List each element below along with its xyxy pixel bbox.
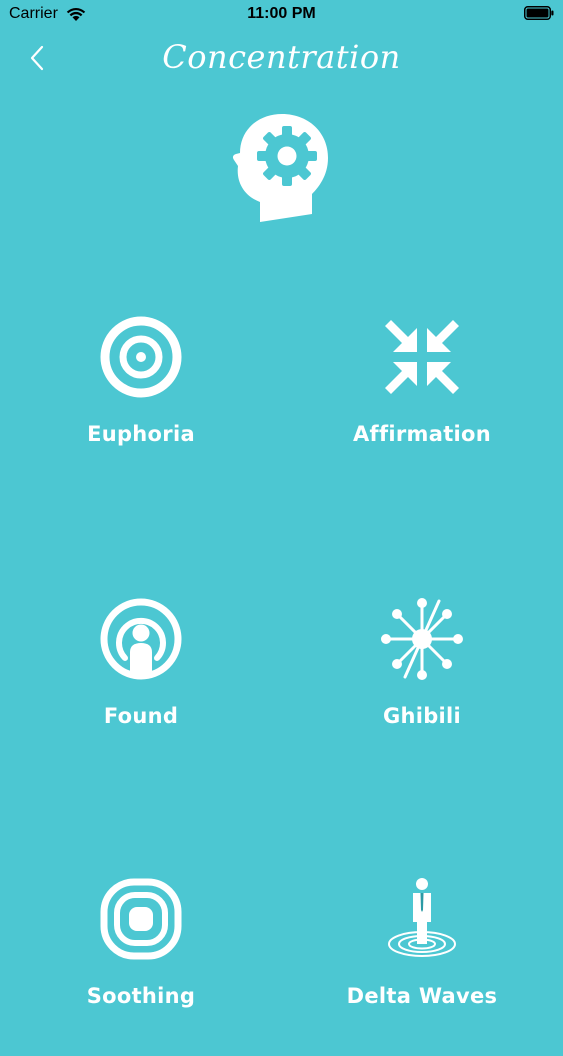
target-icon [100, 316, 182, 398]
tile-soothing[interactable]: Soothing [21, 876, 261, 1056]
status-bar: Carrier 11:00 PM [0, 0, 563, 30]
tile-label: Ghibili [382, 704, 462, 728]
rounded-square-rings-icon [100, 878, 182, 960]
podcast-person-icon [100, 598, 182, 680]
network-hub-icon [381, 598, 463, 680]
battery-icon [524, 6, 554, 20]
status-time: 11:00 PM [247, 5, 316, 22]
compress-arrows-icon [385, 320, 459, 394]
page-title: Concentration [162, 38, 401, 76]
person-ripples-icon [388, 878, 456, 957]
tile-found[interactable]: Found [21, 596, 261, 776]
tile-delta-waves[interactable]: Delta Waves [302, 876, 542, 1056]
tile-label: Affirmation [352, 422, 492, 446]
tile-euphoria[interactable]: Euphoria [21, 314, 261, 494]
tile-label: Found [103, 704, 179, 728]
tile-label: Delta Waves [346, 984, 498, 1008]
tile-label: Soothing [86, 984, 196, 1008]
tile-label: Euphoria [87, 422, 195, 446]
tile-affirmation[interactable]: Affirmation [302, 314, 542, 494]
head-gear-icon [232, 114, 328, 222]
tile-ghibili[interactable]: Ghibili [302, 596, 542, 776]
